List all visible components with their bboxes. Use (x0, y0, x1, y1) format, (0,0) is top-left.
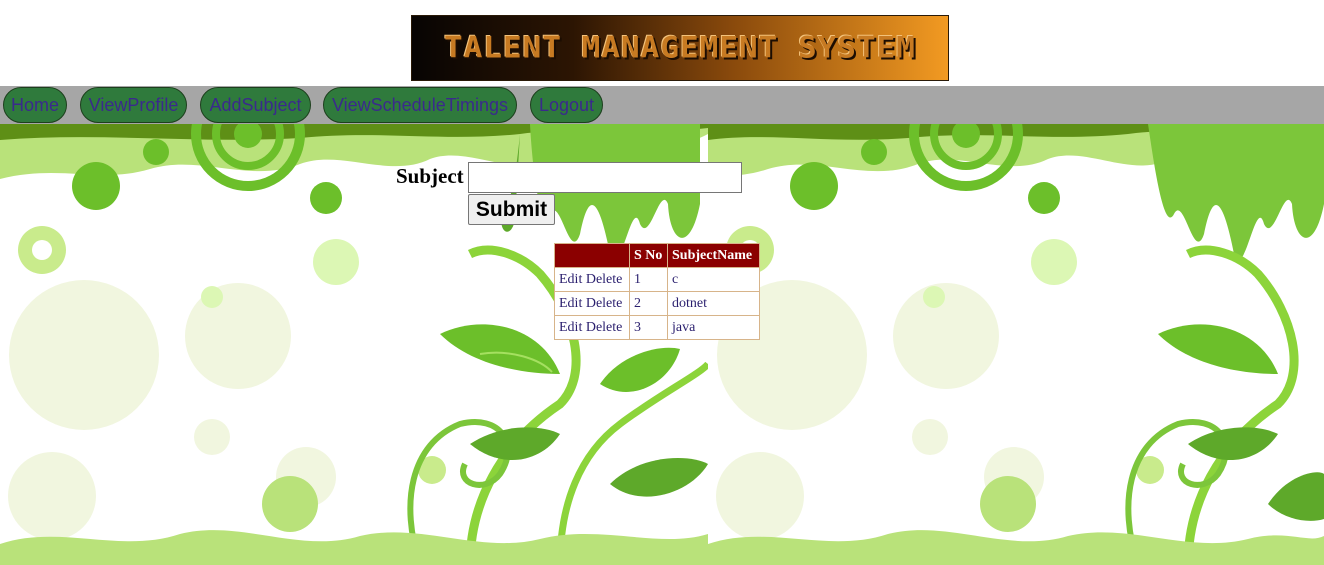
table-header-row: S No SubjectName (554, 243, 760, 268)
nav-viewprofile-button[interactable]: ViewProfile (80, 87, 187, 123)
banner-title: TALENT MANAGEMENT SYSTEM (444, 30, 916, 66)
row-actions-cell: Edit Delete (554, 291, 630, 316)
delete-link[interactable]: Delete (586, 272, 623, 287)
edit-link[interactable]: Edit (559, 272, 582, 287)
column-header-sno: S No (629, 243, 668, 268)
nav-logout-button[interactable]: Logout (530, 87, 603, 123)
banner-logo: TALENT MANAGEMENT SYSTEM (411, 15, 949, 81)
nav-addsubject-button[interactable]: AddSubject (200, 87, 311, 123)
row-actions-cell: Edit Delete (554, 315, 630, 340)
content-area: Subject Submit S No SubjectName Edit Del… (0, 124, 1324, 565)
header: TALENT MANAGEMENT SYSTEM (0, 0, 1324, 86)
row-actions-cell: Edit Delete (554, 267, 630, 292)
submit-button[interactable]: Submit (468, 194, 555, 225)
table-row: Edit Delete 3 java (554, 315, 760, 340)
sno-cell: 2 (629, 291, 668, 316)
navbar: Home ViewProfile AddSubject ViewSchedule… (0, 86, 1324, 124)
edit-link[interactable]: Edit (559, 320, 582, 335)
subject-input[interactable] (468, 162, 742, 193)
nav-viewscheduletimings-button[interactable]: ViewScheduleTimings (323, 87, 517, 123)
subject-name-cell: dotnet (667, 291, 760, 316)
subject-table: S No SubjectName Edit Delete 1 c Edit De… (554, 243, 760, 340)
sno-cell: 1 (629, 267, 668, 292)
delete-link[interactable]: Delete (586, 320, 623, 335)
add-subject-form: Subject Submit S No SubjectName Edit Del… (0, 124, 1324, 565)
subject-label: Subject (396, 164, 464, 188)
delete-link[interactable]: Delete (586, 296, 623, 311)
column-header-actions (554, 243, 630, 268)
sno-cell: 3 (629, 315, 668, 340)
subject-name-cell: java (667, 315, 760, 340)
table-row: Edit Delete 1 c (554, 267, 760, 292)
edit-link[interactable]: Edit (559, 296, 582, 311)
subject-name-cell: c (667, 267, 760, 292)
column-header-subjectname: SubjectName (667, 243, 760, 268)
table-row: Edit Delete 2 dotnet (554, 291, 760, 316)
nav-home-button[interactable]: Home (3, 87, 67, 123)
